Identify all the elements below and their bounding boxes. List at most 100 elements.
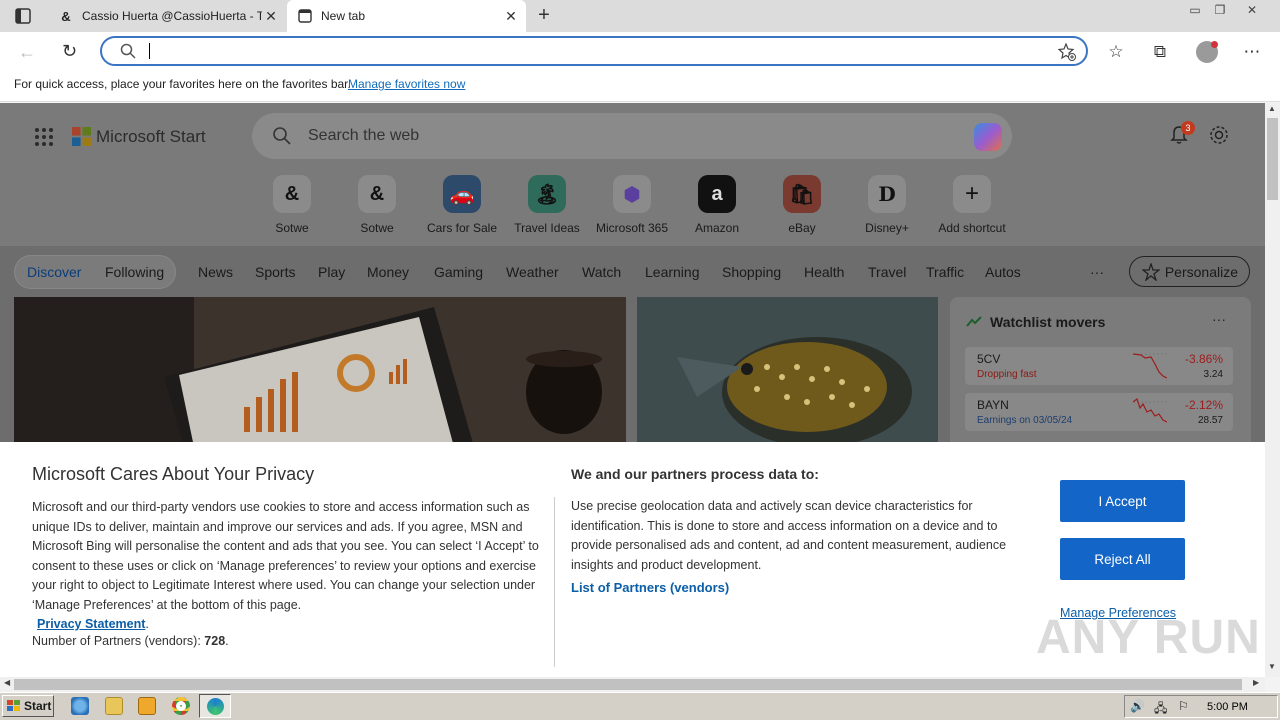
laptop-chart-illustration	[14, 297, 626, 447]
partners-list-link[interactable]: List of Partners (vendors)	[571, 580, 729, 595]
nav-news[interactable]: News	[198, 264, 233, 280]
tab-title: Cassio Huerta @CassioHuerta - T	[82, 9, 262, 23]
flag-icon[interactable]: ⚐	[1178, 699, 1189, 713]
nav-weather[interactable]: Weather	[506, 264, 559, 280]
add-shortcut-button[interactable]: + Add shortcut	[930, 175, 1014, 235]
watchlist-more-icon[interactable]: ···	[1212, 311, 1226, 327]
search-icon	[120, 43, 136, 59]
back-button[interactable]: ←	[18, 42, 36, 63]
brand-title[interactable]: Microsoft Start	[96, 127, 206, 147]
tab-actions-icon[interactable]	[14, 7, 32, 25]
start-button[interactable]: Start	[2, 695, 54, 717]
profile-status-dot	[1211, 41, 1218, 48]
stock-note: Dropping fast	[977, 369, 1037, 380]
shortcut-label: eBay	[788, 221, 816, 235]
personalize-button[interactable]: Personalize	[1129, 256, 1250, 287]
edge-taskbar-button[interactable]	[199, 694, 231, 718]
scroll-left-arrow-icon[interactable]: ◀	[4, 678, 10, 687]
privacy-statement-link[interactable]: Privacy Statement	[37, 617, 145, 631]
partners-count: Number of Partners (vendors): 728.	[32, 634, 229, 648]
scroll-down-arrow-icon[interactable]: ▼	[1268, 662, 1276, 671]
period: .	[145, 617, 149, 631]
watchlist-row[interactable]: BAYN Earnings on 03/05/24 -2.12% 28.57	[965, 393, 1233, 431]
shortcut-label: Travel Ideas	[514, 221, 580, 235]
amazon-icon: a	[698, 175, 736, 213]
close-tab-icon[interactable]: ✕	[502, 8, 520, 25]
nav-travel[interactable]: Travel	[868, 264, 906, 280]
settings-gear-icon[interactable]	[1208, 124, 1230, 146]
consent-divider	[554, 497, 555, 667]
nav-health[interactable]: Health	[804, 264, 844, 280]
car-icon: 🚗	[443, 175, 481, 213]
scroll-right-arrow-icon[interactable]: ▶	[1253, 678, 1259, 687]
address-bar[interactable]	[100, 36, 1088, 66]
notification-badge: 3	[1181, 121, 1195, 135]
scroll-up-arrow-icon[interactable]: ▲	[1268, 104, 1276, 113]
watchlist-row[interactable]: 5CV Dropping fast -3.86% 3.24	[965, 347, 1233, 385]
web-search-box[interactable]: Search the web	[252, 113, 1012, 159]
news-card-laptop-image[interactable]	[14, 297, 626, 447]
nav-watch[interactable]: Watch	[582, 264, 621, 280]
network-icon[interactable]: 🖧	[1154, 699, 1167, 720]
start-label: Start	[24, 699, 52, 713]
chrome-icon[interactable]	[172, 697, 190, 715]
shortcut-travel-ideas[interactable]: 🏝 Travel Ideas	[505, 175, 589, 235]
shortcut-sotwe[interactable]: & Sotwe	[250, 175, 334, 235]
new-tab-button[interactable]: +	[533, 4, 555, 26]
nav-more-icon[interactable]: ···	[1090, 264, 1104, 280]
nav-shopping[interactable]: Shopping	[722, 264, 781, 280]
shortcut-ebay[interactable]: 🛍 eBay	[760, 175, 844, 235]
shortcut-microsoft-365[interactable]: ⬢ Microsoft 365	[590, 175, 674, 235]
island-icon: 🏝	[528, 175, 566, 213]
accept-button[interactable]: I Accept	[1060, 480, 1185, 522]
manage-favorites-link[interactable]: Manage favorites now	[348, 77, 465, 91]
copilot-icon[interactable]	[974, 123, 1002, 151]
media-player-icon[interactable]	[138, 697, 156, 715]
nav-money[interactable]: Money	[367, 264, 409, 280]
shortcut-amazon[interactable]: a Amazon	[675, 175, 759, 235]
nav-traffic[interactable]: Traffic	[926, 264, 964, 280]
consent-purpose-text: Use precise geolocation data and activel…	[571, 499, 1007, 572]
consent-subtitle: We and our partners process data to:	[571, 466, 819, 482]
nav-play[interactable]: Play	[318, 264, 345, 280]
consent-body: Microsoft and our third-party vendors us…	[32, 498, 540, 635]
stock-trend-icon	[966, 316, 982, 327]
news-card-fish-image[interactable]	[637, 297, 938, 447]
nav-sports[interactable]: Sports	[255, 264, 295, 280]
ebay-icon: 🛍	[783, 175, 821, 213]
nav-learning[interactable]: Learning	[645, 264, 700, 280]
shortcut-cars-for-sale[interactable]: 🚗 Cars for Sale	[420, 175, 504, 235]
collections-icon[interactable]: ⧉	[1148, 40, 1172, 64]
tab-following[interactable]: Following	[105, 264, 164, 280]
nav-gaming[interactable]: Gaming	[434, 264, 483, 280]
add-favorite-icon[interactable]	[1058, 43, 1076, 61]
restore-icon[interactable]: ❐	[1209, 2, 1231, 18]
vertical-scroll-thumb[interactable]	[1267, 118, 1278, 200]
ie-icon[interactable]	[71, 697, 89, 715]
nav-autos[interactable]: Autos	[985, 264, 1021, 280]
refresh-button[interactable]: ↻	[62, 41, 77, 62]
favorites-icon[interactable]: ☆	[1104, 40, 1128, 64]
partners-count-label: Number of Partners (vendors):	[32, 634, 201, 648]
text-caret	[149, 43, 150, 59]
sparkle-star-icon	[1142, 263, 1160, 281]
personalize-label: Personalize	[1164, 263, 1238, 280]
shortcut-disney-plus[interactable]: D Disney+	[845, 175, 929, 235]
tab-cassio-huerta[interactable]: & Cassio Huerta @CassioHuerta - T ✕	[48, 0, 286, 32]
close-window-icon[interactable]: ✕	[1241, 2, 1263, 18]
reject-all-button[interactable]: Reject All	[1060, 538, 1185, 580]
minimize-icon[interactable]: ▭	[1184, 2, 1206, 18]
app-launcher-icon[interactable]	[34, 127, 54, 147]
boxfish-illustration	[637, 297, 938, 447]
tab-discover[interactable]: Discover	[27, 264, 81, 280]
shortcut-label: Amazon	[694, 221, 740, 235]
tab-new-tab[interactable]: New tab ✕	[287, 0, 526, 32]
volume-icon[interactable]: 🔊	[1130, 699, 1145, 713]
more-menu-icon[interactable]: ⋯	[1240, 40, 1264, 64]
shortcut-sotwe[interactable]: & Sotwe	[335, 175, 419, 235]
close-tab-icon[interactable]: ✕	[262, 8, 280, 25]
favorites-bar-message: For quick access, place your favorites h…	[14, 77, 351, 91]
sparkline-chart	[1133, 398, 1167, 423]
horizontal-scroll-thumb[interactable]	[14, 679, 1242, 690]
folder-icon[interactable]	[105, 697, 123, 715]
